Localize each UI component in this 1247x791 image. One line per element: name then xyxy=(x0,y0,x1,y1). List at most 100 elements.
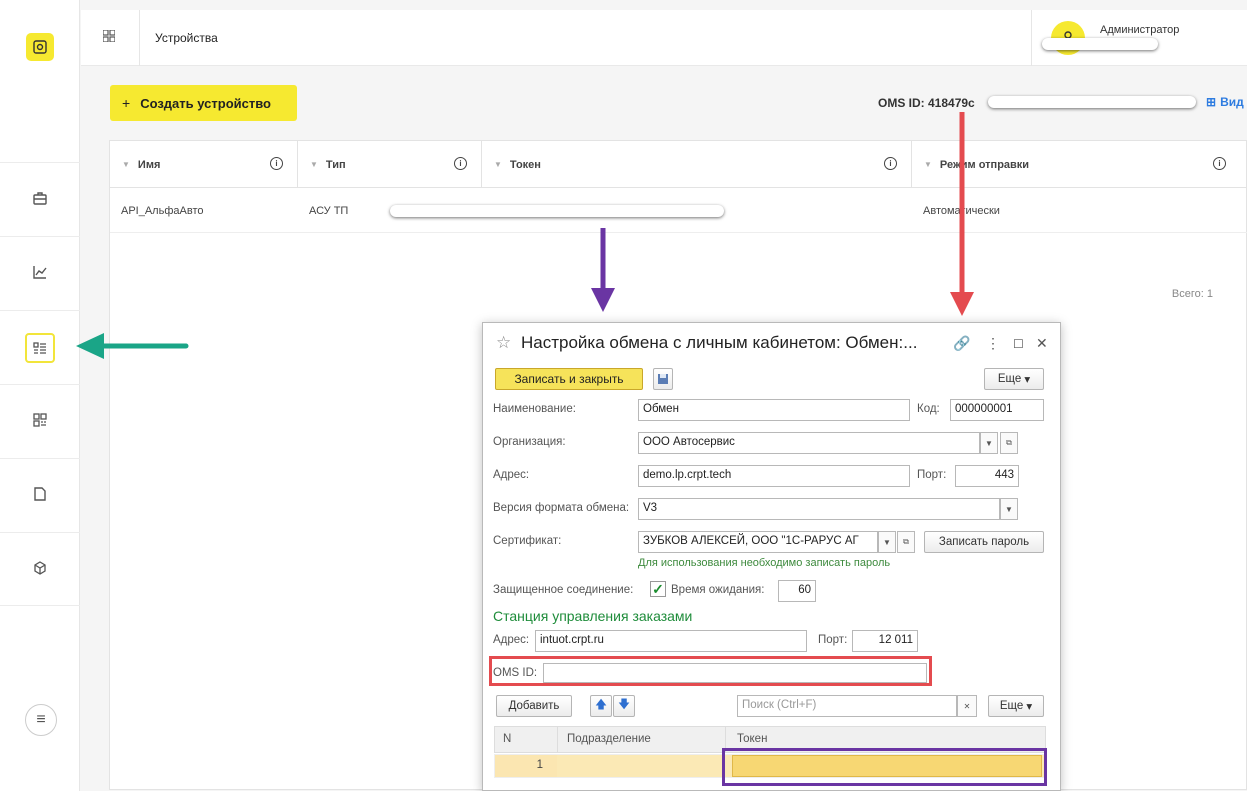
sidebar-item-packages[interactable] xyxy=(0,532,80,606)
column-header-token[interactable]: ▼ Токен i xyxy=(482,141,912,188)
move-up-icon[interactable]: 🡅 xyxy=(590,695,612,717)
maximize-icon[interactable]: ☐ xyxy=(1013,337,1024,351)
name-field[interactable]: Обмен xyxy=(638,399,910,421)
page-title: Устройства xyxy=(155,31,218,45)
cell-type: АСУ ТП xyxy=(309,205,349,217)
oms-id-highlight xyxy=(489,656,932,686)
apps-grid-icon[interactable] xyxy=(102,29,116,45)
code-label: Код: xyxy=(917,403,940,415)
sidebar-item-codes[interactable] xyxy=(0,384,80,458)
dropdown-icon[interactable]: ▼ xyxy=(980,432,998,454)
grid-cell-n: 1 xyxy=(495,755,557,777)
view-link-label: Вид xyxy=(1220,95,1244,109)
redaction xyxy=(988,96,1196,108)
timeout-label: Время ожидания: xyxy=(671,584,765,596)
oms-port-label: Порт: xyxy=(818,634,848,646)
port-label: Порт: xyxy=(917,469,947,481)
info-icon[interactable]: i xyxy=(884,157,897,170)
organization-field[interactable]: ООО Автосервис xyxy=(638,432,980,454)
table-header: ▼ Имя i ▼ Тип i ▼ Токен i ▼ Режим отправки i xyxy=(110,141,1247,188)
name-label: Наименование: xyxy=(493,403,576,415)
dropdown-icon[interactable]: ▼ xyxy=(1000,498,1018,520)
sidebar-item-devices[interactable] xyxy=(0,310,80,384)
star-icon[interactable]: ☆ xyxy=(496,333,511,353)
chart-icon xyxy=(32,264,48,283)
plus-icon: + xyxy=(122,95,131,111)
column-header-mode[interactable]: ▼ Режим отправки i xyxy=(912,141,1247,188)
create-device-label: Создать устройство xyxy=(140,95,271,111)
sidebar-item-analytics[interactable] xyxy=(0,236,80,310)
add-button[interactable]: Добавить xyxy=(496,695,572,717)
oms-address-field[interactable]: intuot.crpt.ru xyxy=(535,630,807,652)
user-name: Администратор xyxy=(1100,24,1180,36)
address-field[interactable]: demo.lp.crpt.tech xyxy=(638,465,910,487)
list-icon xyxy=(25,332,55,363)
format-field[interactable]: V3 xyxy=(638,498,1000,520)
save-close-button[interactable]: Записать и закрыть xyxy=(495,368,643,390)
password-hint: Для использования необходимо записать па… xyxy=(638,557,891,569)
oms-address-label: Адрес: xyxy=(493,634,530,646)
logo-icon[interactable] xyxy=(26,33,54,61)
create-device-button[interactable]: + Создать устройство xyxy=(110,85,297,121)
box-icon xyxy=(32,560,48,579)
topbar: Устройства Администратор xyxy=(81,10,1247,66)
write-password-button[interactable]: Записать пароль xyxy=(924,531,1044,553)
document-icon xyxy=(32,486,48,505)
clear-search-icon[interactable]: ✕ xyxy=(957,695,977,717)
briefcase-icon xyxy=(32,190,48,209)
view-link[interactable]: ⊞ Вид xyxy=(1206,95,1244,109)
certificate-field[interactable]: ЗУБКОВ АЛЕКСЕЙ, ООО "1С-РАРУС АГ xyxy=(638,531,878,553)
qr-icon xyxy=(32,412,48,431)
more-vertical-icon[interactable]: ⋮ xyxy=(986,335,1000,352)
oms-port-field[interactable]: 12 011 xyxy=(852,630,918,652)
open-icon[interactable]: ⧉ xyxy=(897,531,915,553)
info-icon[interactable]: i xyxy=(454,157,467,170)
grid-column-token[interactable]: Токен xyxy=(737,733,767,745)
section-title: Станция управления заказами xyxy=(493,608,693,624)
code-field[interactable]: 000000001 xyxy=(950,399,1044,421)
sort-icon[interactable]: ▼ xyxy=(122,160,130,169)
sort-icon[interactable]: ▼ xyxy=(310,160,318,169)
timeout-field[interactable]: 60 xyxy=(778,580,816,602)
divider xyxy=(139,10,140,66)
more-button[interactable]: Еще ▾ xyxy=(988,695,1044,717)
exchange-settings-dialog: ☆ Настройка обмена с личным кабинетом: О… xyxy=(482,322,1061,791)
divider xyxy=(557,727,558,753)
menu-button[interactable]: ≡ xyxy=(25,704,57,736)
open-icon[interactable]: ⧉ xyxy=(1000,432,1018,454)
info-icon[interactable]: i xyxy=(270,157,283,170)
save-icon[interactable] xyxy=(653,368,673,390)
screen: ≡ Устройства Администратор + Создать уст… xyxy=(0,0,1247,791)
column-header-name[interactable]: ▼ Имя i xyxy=(110,141,298,188)
hamburger-icon: ≡ xyxy=(36,711,46,728)
user-menu[interactable]: Администратор xyxy=(1031,10,1247,66)
port-field[interactable]: 443 xyxy=(955,465,1019,487)
move-down-icon[interactable]: 🡇 xyxy=(613,695,635,717)
info-icon[interactable]: i xyxy=(1213,157,1226,170)
more-button[interactable]: Еще ▾ xyxy=(984,368,1044,390)
address-label: Адрес: xyxy=(493,469,530,481)
sort-icon[interactable]: ▼ xyxy=(924,160,932,169)
search-input[interactable]: Поиск (Ctrl+F) xyxy=(737,695,957,717)
sidebar-item-products[interactable] xyxy=(0,162,80,236)
redaction xyxy=(390,205,724,217)
redaction xyxy=(1042,38,1158,50)
grid-column-n[interactable]: N xyxy=(503,733,511,745)
cell-name: API_АльфаАвто xyxy=(121,205,204,217)
sort-icon[interactable]: ▼ xyxy=(494,160,502,169)
sidebar-item-documents[interactable] xyxy=(0,458,80,532)
oms-id-label: OMS ID: 418479c xyxy=(878,96,975,110)
cell-mode: Автоматически xyxy=(923,205,1000,217)
dropdown-icon[interactable]: ▼ xyxy=(878,531,896,553)
close-icon[interactable]: ✕ xyxy=(1036,335,1048,352)
format-label: Версия формата обмена: xyxy=(493,502,630,514)
sidebar: ≡ xyxy=(0,0,80,791)
secure-connection-label: Защищенное соединение: xyxy=(493,584,634,596)
grid-column-division[interactable]: Подразделение xyxy=(567,733,651,745)
total-count: Всего: 1 xyxy=(1171,288,1213,300)
secure-connection-checkbox[interactable]: ✓ xyxy=(650,581,666,597)
certificate-label: Сертификат: xyxy=(493,535,562,547)
token-highlight xyxy=(722,748,1047,786)
link-icon[interactable]: 🔗 xyxy=(953,335,970,352)
column-header-type[interactable]: ▼ Тип i xyxy=(298,141,482,188)
